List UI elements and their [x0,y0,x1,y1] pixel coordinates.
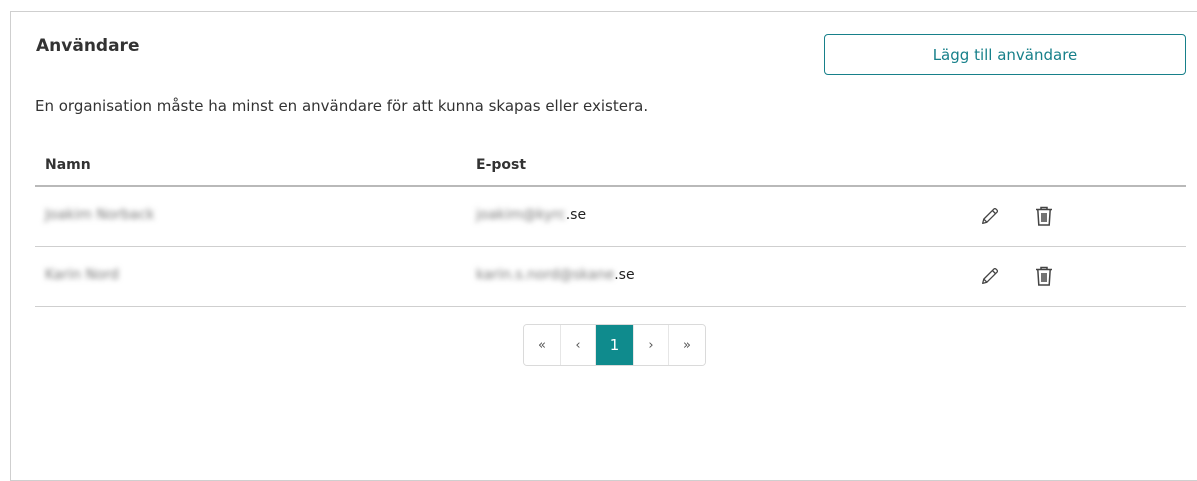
table-header: Namn E-post [35,148,1186,187]
user-email-hidden: joakim@kyrc [476,207,566,223]
delete-user-button[interactable] [1029,201,1059,231]
column-header-email: E-post [476,157,527,173]
user-email-suffix: .se [614,267,635,283]
pagination-next-button[interactable]: › [634,325,669,365]
user-email-suffix: .se [565,207,587,223]
table-row: Karin Nord karin.s.nord@skane.se [35,247,1186,307]
user-email: joakim@kyrc.se [476,207,586,223]
users-table: Namn E-post Joakim Norback joakim@kyrc.s… [35,148,1186,307]
edit-user-button[interactable] [975,261,1005,291]
table-row: Joakim Norback joakim@kyrc.se [35,187,1186,247]
user-email-hidden: karin.s.nord@skane [476,267,615,283]
pencil-icon [982,207,999,224]
add-user-button[interactable]: Lägg till användare [824,34,1186,75]
trash-icon [1036,206,1052,226]
pagination: « ‹ 1 › » [523,324,706,366]
pagination-last-button[interactable]: » [669,325,705,365]
section-description: En organisation måste ha minst en använd… [35,97,649,115]
pagination-prev-button[interactable]: ‹ [561,325,596,365]
delete-user-button[interactable] [1029,261,1059,291]
user-email: karin.s.nord@skane.se [476,267,635,283]
column-header-name: Namn [45,157,91,173]
user-name: Karin Nord [45,267,119,283]
pencil-icon [982,267,999,284]
pagination-first-button[interactable]: « [524,325,561,365]
section-title: Användare [36,36,140,56]
pagination-page-current[interactable]: 1 [596,325,634,365]
edit-user-button[interactable] [975,201,1005,231]
users-panel: Användare Lägg till användare En organis… [10,11,1197,481]
user-name: Joakim Norback [45,207,155,223]
trash-icon [1036,266,1052,286]
